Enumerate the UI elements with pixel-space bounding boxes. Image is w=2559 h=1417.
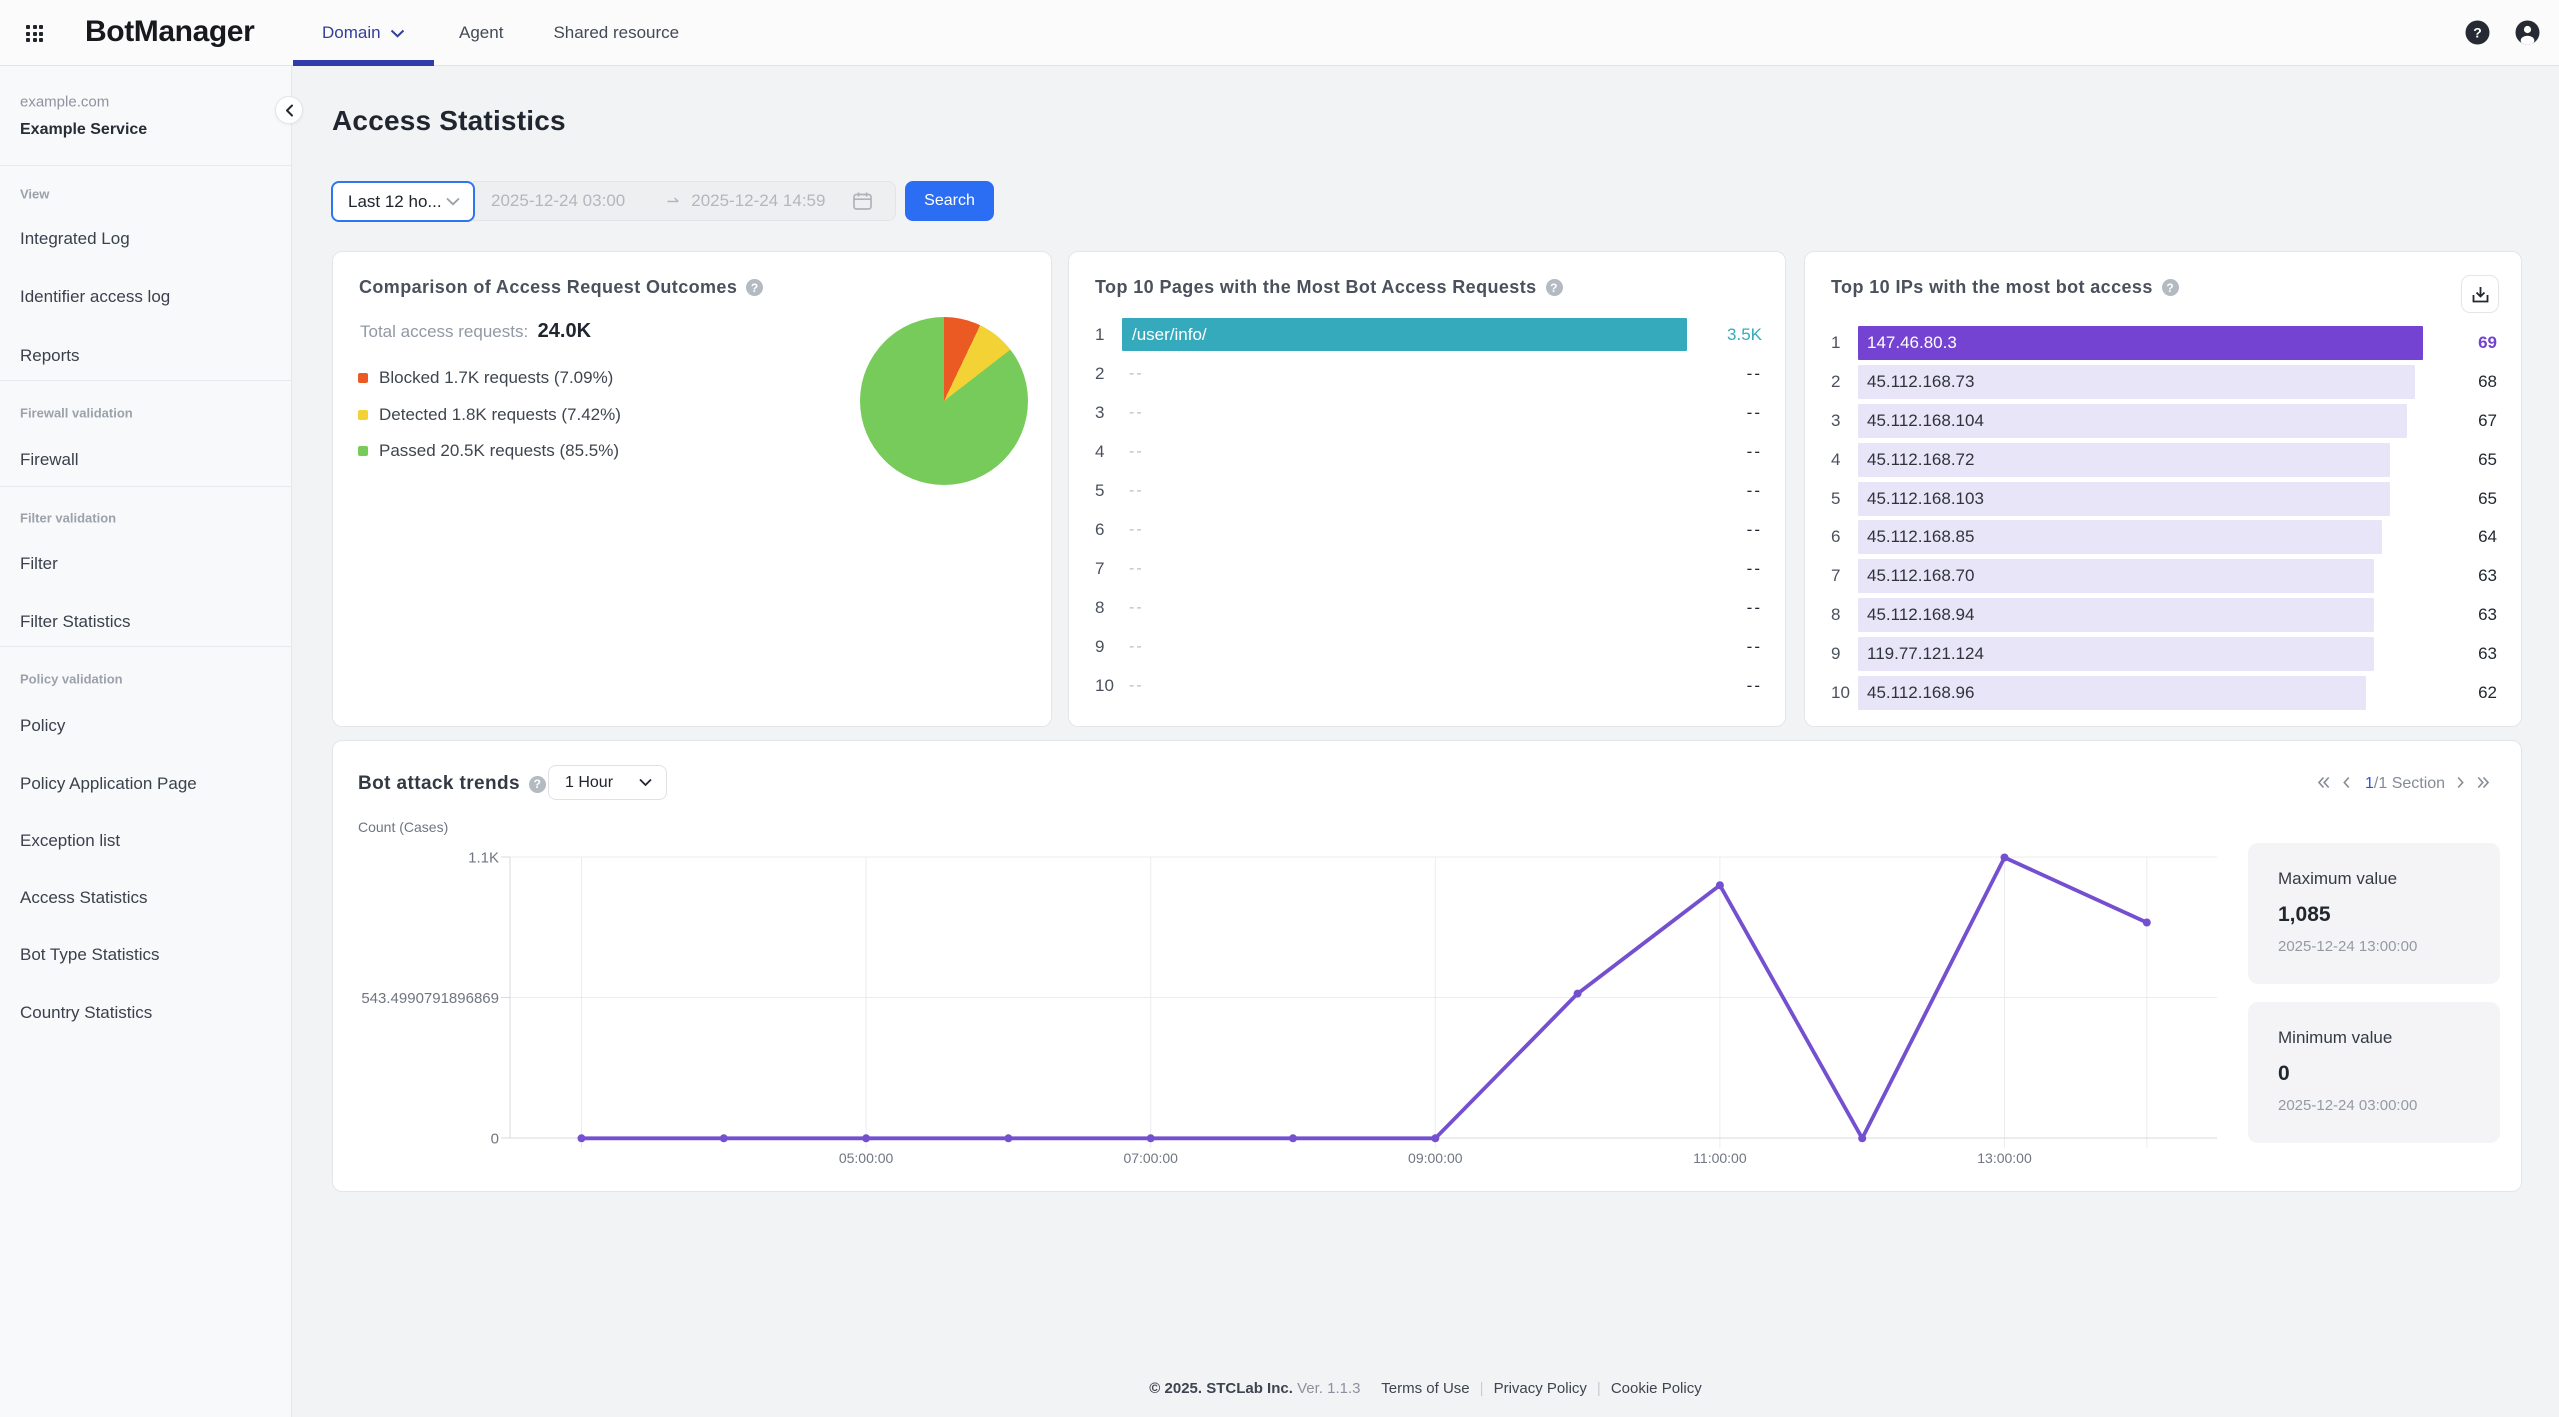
- svg-text:11:00:00: 11:00:00: [1693, 1150, 1747, 1166]
- svg-text:?: ?: [2473, 25, 2482, 41]
- svg-text:09:00:00: 09:00:00: [1408, 1150, 1463, 1166]
- svg-text:543.4990791896869: 543.4990791896869: [361, 990, 499, 1007]
- svg-text:05:00:00: 05:00:00: [839, 1150, 894, 1166]
- svg-text:07:00:00: 07:00:00: [1123, 1150, 1178, 1166]
- svg-text:1.1K: 1.1K: [468, 850, 499, 867]
- svg-text:0: 0: [491, 1131, 499, 1148]
- svg-text:13:00:00: 13:00:00: [1977, 1150, 2032, 1166]
